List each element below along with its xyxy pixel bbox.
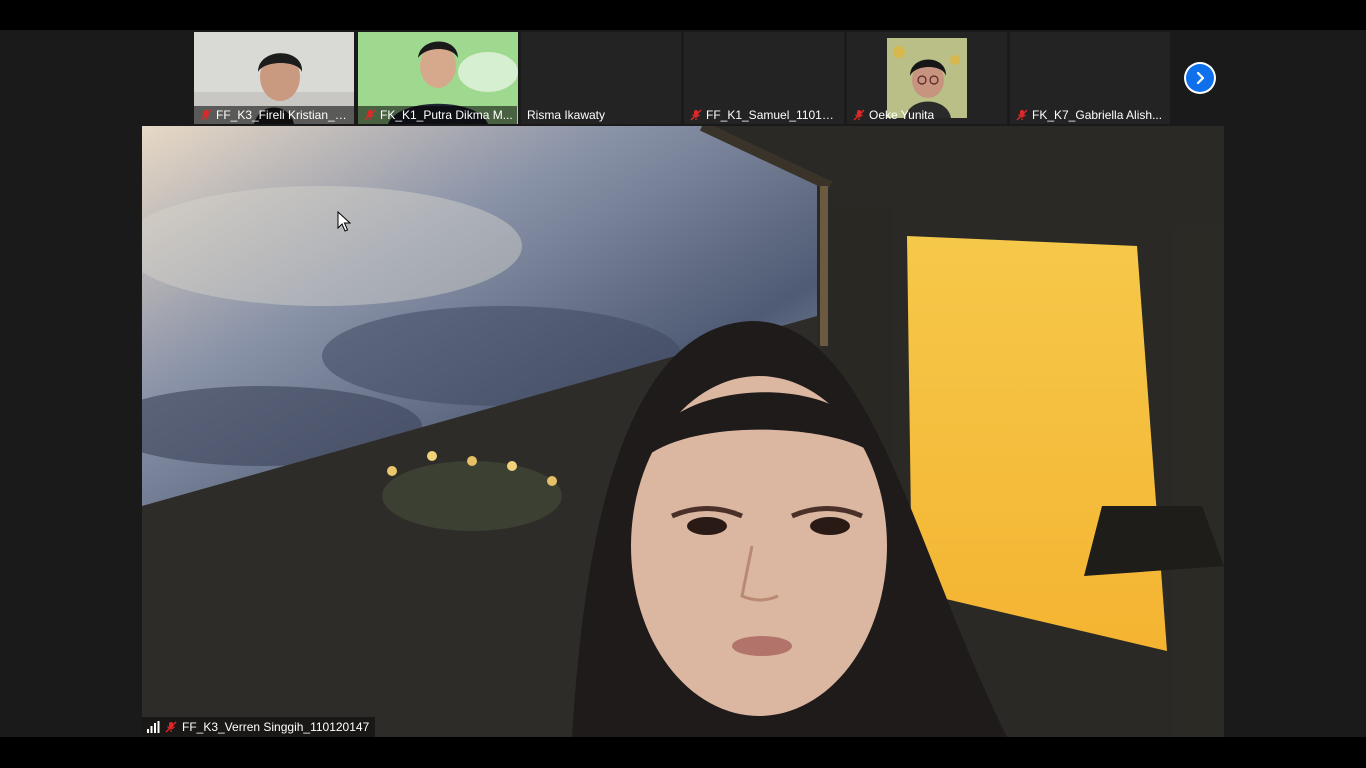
mic-off-icon [364,109,376,121]
next-page-button[interactable] [1184,62,1216,94]
participant-tile[interactable]: Oeke Yunita [847,32,1007,124]
mic-off-icon [200,109,212,121]
speaker-video-frame [142,126,1224,737]
participant-name: FF_K3_Fireli Kristian_1... [216,108,350,122]
chevron-right-icon [1196,71,1205,85]
next-page-button-inner [1186,64,1214,92]
participant-name: FK_K1_Putra Dikma M... [380,108,513,122]
participant-name-label: Risma Ikawaty [521,106,609,124]
participant-strip: FF_K3_Fireli Kristian_1... FK_K1_Putra D… [194,32,1172,124]
mic-off-icon [165,721,177,733]
participant-tile[interactable]: FF_K3_Fireli Kristian_1... [194,32,354,124]
participant-name-label: FF_K1_Samuel_110120... [684,106,844,124]
participant-tile[interactable]: Risma Ikawaty [521,32,681,124]
active-speaker-label: FF_K3_Verren Singgih_110120147 [142,717,376,737]
participant-name-label: FK_K1_Putra Dikma M... [358,106,517,124]
participant-tile[interactable]: FF_K1_Samuel_110120... [684,32,844,124]
active-speaker-name: FF_K3_Verren Singgih_110120147 [182,720,370,734]
participant-tile[interactable]: FK_K1_Putra Dikma M... [358,32,518,124]
participant-name: Oeke Yunita [869,108,935,122]
top-letterbox [0,0,1366,30]
mouse-cursor-icon [337,211,351,232]
participant-name-label: FF_K3_Fireli Kristian_1... [194,106,354,124]
mic-off-icon [690,109,702,121]
mic-off-icon [853,109,865,121]
participant-name-label: FK_K7_Gabriella Alish... [1010,106,1166,124]
participant-name: FK_K7_Gabriella Alish... [1032,108,1163,122]
participant-name: Risma Ikawaty [527,108,606,122]
mic-off-icon [1016,109,1028,121]
participant-name-label: Oeke Yunita [847,106,938,124]
active-speaker-video[interactable]: FF_K3_Verren Singgih_110120147 [142,126,1224,737]
video-meeting-window: FF_K3_Fireli Kristian_1... FK_K1_Putra D… [0,0,1366,768]
signal-bars-icon [147,721,160,733]
participant-tile[interactable]: FK_K7_Gabriella Alish... [1010,32,1170,124]
participant-name: FF_K1_Samuel_110120... [706,108,840,122]
bottom-letterbox [0,737,1366,768]
